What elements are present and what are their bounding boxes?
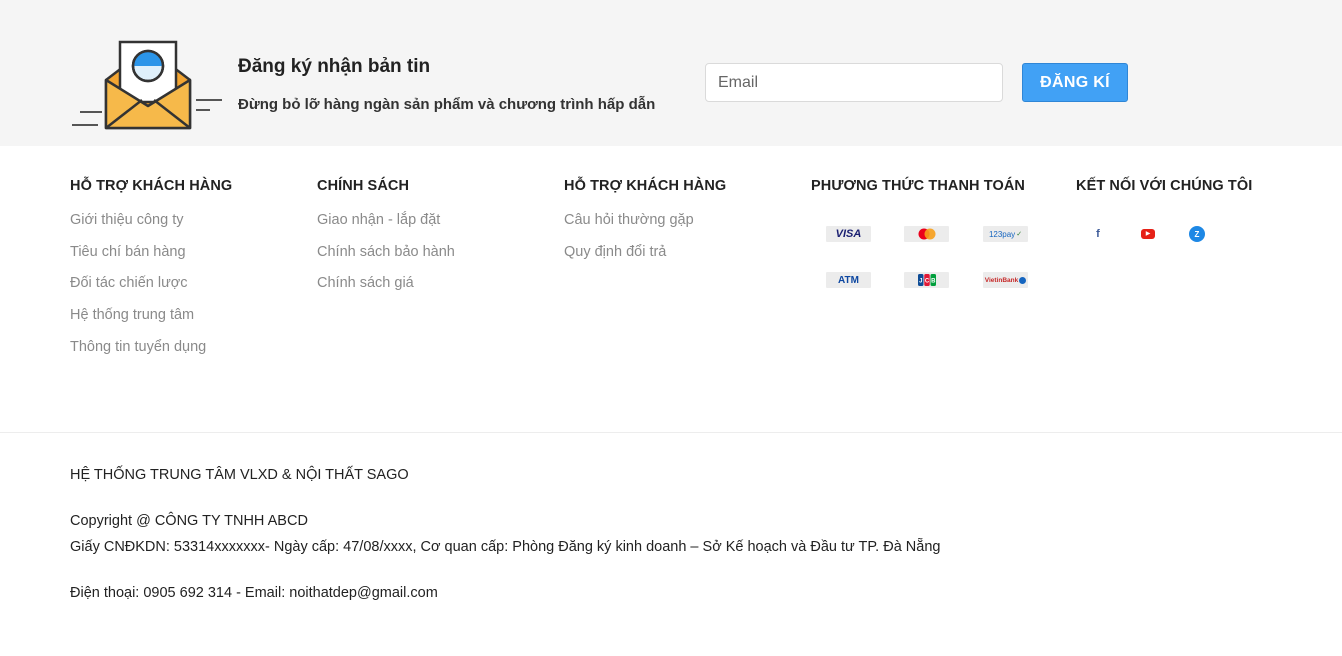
email-input[interactable] [705, 63, 1003, 102]
123pay-label: 123pay [988, 229, 1016, 239]
link-list: Giao nhận - lắp đặt Chính sách bảo hành … [317, 212, 455, 307]
link-list: Câu hỏi thường gặp Quy định đổi trả [564, 212, 726, 275]
footer-column-connect: KẾT NỐI VỚI CHÚNG TÔI [1076, 178, 1252, 194]
vietinbank-icon: VietinBank [983, 272, 1028, 288]
payment-methods: VISA 123pay ✓ ATM J C B VietinBank [826, 226, 1036, 290]
facebook-icon[interactable]: f [1090, 226, 1106, 242]
column-title: CHÍNH SÁCH [317, 178, 410, 194]
payment-title: PHƯƠNG THỨC THANH TOÁN [811, 178, 1025, 194]
youtube-glyph: ▶ [1145, 231, 1151, 237]
zalo-icon[interactable]: Z [1189, 226, 1205, 242]
footer-divider [0, 432, 1342, 433]
jcb-icon: J C B [904, 272, 949, 288]
footer-link-sales-criteria[interactable]: Tiêu chí bán hàng [70, 244, 232, 276]
newsletter-title: Đăng ký nhận bản tin [238, 56, 431, 77]
footer-link-delivery[interactable]: Giao nhận - lắp đặt [317, 212, 455, 244]
footer-column-customer-support-2: HỖ TRỢ KHÁCH HÀNG Câu hỏi thường gặp Quy… [564, 178, 726, 275]
column-title: HỖ TRỢ KHÁCH HÀNG [564, 178, 727, 194]
youtube-badge: ▶ [1141, 229, 1155, 239]
123pay-icon: 123pay ✓ [983, 226, 1028, 242]
footer-link-pricing[interactable]: Chính sách giá [317, 275, 455, 307]
footer-link-about[interactable]: Giới thiệu công ty [70, 212, 232, 244]
link-list: Giới thiệu công ty Tiêu chí bán hàng Đối… [70, 212, 232, 370]
footer-link-partners[interactable]: Đối tác chiến lược [70, 275, 232, 307]
visa-label: VISA [835, 228, 862, 240]
youtube-icon[interactable]: ▶ [1140, 226, 1156, 242]
zalo-glyph: Z [1194, 229, 1200, 239]
column-title: HỖ TRỢ KHÁCH HÀNG [70, 178, 233, 194]
business-license-text: Giấy CNĐKDN: 53314xxxxxxx- Ngày cấp: 47/… [70, 539, 941, 555]
newsletter-subtitle: Đừng bỏ lỡ hàng ngàn sản phẩm và chương … [238, 96, 656, 113]
newsletter-section: Đăng ký nhận bản tin Đừng bỏ lỡ hàng ngà… [0, 30, 1342, 146]
envelope-newsletter-icon [70, 40, 225, 132]
svg-text:J: J [919, 279, 922, 285]
connect-title: KẾT NỐI VỚI CHÚNG TÔI [1076, 178, 1253, 194]
top-strip [0, 0, 1342, 30]
company-system-name: HỆ THỐNG TRUNG TÂM VLXD & NỘI THẤT SAGO [70, 467, 409, 483]
contact-info: Điện thoại: 0905 692 314 - Email: noitha… [70, 585, 438, 601]
visa-icon: VISA [826, 226, 871, 242]
copyright-text: Copyright @ CÔNG TY TNHH ABCD [70, 513, 308, 529]
atm-label: ATM [838, 274, 859, 286]
footer-link-careers[interactable]: Thông tin tuyển dụng [70, 339, 232, 371]
svg-text:B: B [931, 279, 936, 285]
footer-column-payment: PHƯƠNG THỨC THANH TOÁN [811, 178, 1025, 194]
vietinbank-label: VietinBank [984, 276, 1019, 284]
footer-link-returns[interactable]: Quy định đổi trả [564, 244, 726, 276]
facebook-glyph: f [1096, 228, 1100, 240]
footer-link-warranty[interactable]: Chính sách bảo hành [317, 244, 455, 276]
subscribe-button[interactable]: ĐĂNG KÍ [1022, 63, 1128, 102]
footer-column-policy: CHÍNH SÁCH Giao nhận - lắp đặt Chính sác… [317, 178, 455, 307]
footer-link-faq[interactable]: Câu hỏi thường gặp [564, 212, 726, 244]
mastercard-icon [904, 226, 949, 242]
footer-column-customer-support: HỖ TRỢ KHÁCH HÀNG Giới thiệu công ty Tiê… [70, 178, 232, 370]
footer-link-centers[interactable]: Hệ thống trung tâm [70, 307, 232, 339]
svg-text:C: C [924, 279, 929, 285]
atm-icon: ATM [826, 272, 871, 288]
